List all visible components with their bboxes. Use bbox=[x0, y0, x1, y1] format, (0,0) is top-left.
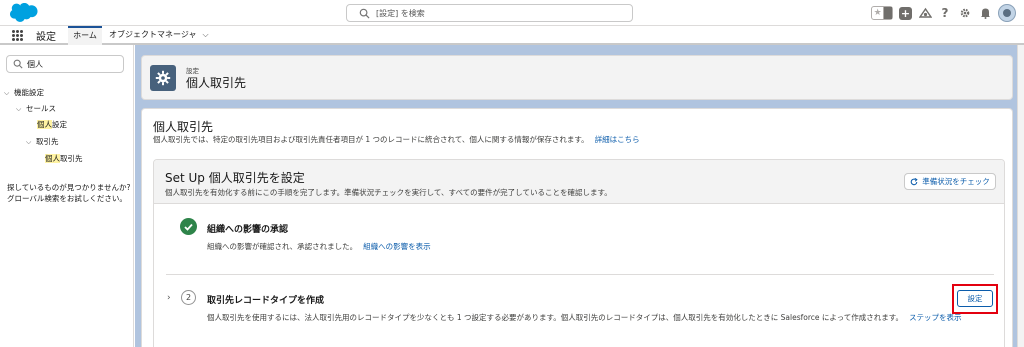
tab-object-manager[interactable]: オブジェクトマネージャ ⌵ bbox=[109, 29, 209, 40]
add-icon[interactable]: + bbox=[899, 6, 912, 20]
tab-object-manager-label: オブジェクトマネージャ bbox=[109, 30, 197, 39]
step-1-description: 組織への影響が確認され、承認されました。 組織への影響を表示 bbox=[207, 241, 431, 252]
step-1-description-text: 組織への影響が確認され、承認されました。 bbox=[207, 242, 358, 251]
section-description-text: 個人取引先では、特定の取引先項目および取引先責任者項目が 1 つのレコードに統合… bbox=[153, 135, 589, 144]
readiness-check-label: 準備状況をチェック bbox=[922, 177, 990, 186]
setup-title: Set Up 個人取引先を設定 bbox=[165, 171, 305, 185]
global-search[interactable]: [設定] を検索 bbox=[346, 4, 633, 22]
tab-home[interactable]: ホーム bbox=[68, 26, 102, 45]
trailhead-icon[interactable] bbox=[918, 6, 932, 20]
favorites-dropdown-icon[interactable] bbox=[883, 7, 892, 19]
app-navigation: 設定 ホーム オブジェクトマネージャ ⌵ bbox=[0, 26, 1024, 45]
readiness-check-button[interactable]: 準備状況をチェック bbox=[904, 173, 996, 190]
page-header: 設定 個人取引先 bbox=[141, 55, 1013, 100]
help-icon[interactable]: ? bbox=[938, 6, 952, 20]
tree-item-person-settings[interactable]: 個人設定 bbox=[37, 119, 67, 130]
page-title: 個人取引先 bbox=[186, 76, 247, 90]
sidebar-help-text: 探しているものが見つかりませんか? グローバル検索をお試しください。 bbox=[7, 183, 131, 203]
tree-item-label: セールス bbox=[26, 104, 56, 113]
salesforce-logo[interactable] bbox=[9, 3, 39, 23]
step-2-description: 個人取引先を使用するには、法人取引先用のレコードタイプを少なくとも 1 つ設定す… bbox=[207, 312, 962, 323]
tree-item-sales[interactable]: ⌵ セールス bbox=[16, 103, 56, 114]
quick-find-input[interactable]: 個人 bbox=[6, 55, 124, 73]
setup-panel-header: Set Up 個人取引先を設定 個人取引先を有効化する前にこの手順を完了します。… bbox=[154, 160, 1004, 204]
view-org-impact-link[interactable]: 組織への影響を表示 bbox=[363, 242, 431, 251]
user-avatar[interactable] bbox=[998, 4, 1016, 22]
setup-gear-icon bbox=[150, 65, 176, 91]
person-accounts-card: 個人取引先 個人取引先では、特定の取引先項目および取引先責任者項目が 1 つのレ… bbox=[141, 108, 1013, 347]
quick-find-value: 個人 bbox=[27, 60, 43, 69]
search-placeholder: [設定] を検索 bbox=[376, 9, 425, 18]
step-divider bbox=[166, 274, 994, 275]
notifications-bell-icon[interactable] bbox=[978, 6, 992, 20]
search-icon bbox=[13, 59, 23, 69]
tree-item-label: 設定 bbox=[52, 120, 67, 129]
section-description: 個人取引先では、特定の取引先項目および取引先責任者項目が 1 つのレコードに統合… bbox=[153, 134, 640, 145]
section-title: 個人取引先 bbox=[153, 120, 214, 134]
learn-more-link[interactable]: 詳細はこちら bbox=[595, 135, 640, 144]
main-content: 設定 個人取引先 個人取引先 個人取引先では、特定の取引先項目および取引先責任者… bbox=[135, 45, 1024, 347]
header-utility-icons: ★ + ? bbox=[871, 3, 1016, 23]
tree-item-accounts[interactable]: ⌵ 取引先 bbox=[26, 136, 59, 147]
global-header: [設定] を検索 ★ + ? bbox=[0, 0, 1024, 26]
settings-gear-icon[interactable] bbox=[958, 6, 972, 20]
tree-item-person-accounts[interactable]: 個人取引先 bbox=[45, 153, 83, 164]
step-2-title: 取引先レコードタイプを作成 bbox=[207, 296, 325, 306]
search-icon bbox=[359, 8, 370, 19]
search-match-highlight: 個人 bbox=[45, 154, 60, 163]
setup-step-button[interactable]: 設定 bbox=[957, 290, 993, 307]
search-match-highlight: 個人 bbox=[37, 120, 52, 129]
chevron-right-icon[interactable]: › bbox=[167, 293, 171, 303]
step-number: 2 bbox=[181, 290, 196, 305]
step-2-description-text: 個人取引先を使用するには、法人取引先用のレコードタイプを少なくとも 1 つ設定す… bbox=[207, 313, 904, 322]
step-1-title: 組織への影響の承認 bbox=[207, 225, 289, 235]
tree-item-feature-settings[interactable]: ⌵ 機能設定 bbox=[4, 87, 44, 98]
page-scrollbar[interactable] bbox=[1017, 45, 1024, 347]
tree-item-label: 機能設定 bbox=[14, 88, 44, 97]
chevron-down-icon[interactable]: ⌵ bbox=[4, 89, 14, 98]
view-step-link[interactable]: ステップを表示 bbox=[909, 313, 962, 322]
setup-sidebar: 個人 ⌵ 機能設定 ⌵ セールス 個人設定 ⌵ 取引先 個人取引先 探しているものが見… bbox=[0, 45, 134, 347]
setup-description: 個人取引先を有効化する前にこの手順を完了します。準備状況チェックを実行して、すべ… bbox=[165, 188, 612, 197]
chevron-down-icon[interactable]: ⌵ bbox=[202, 30, 208, 39]
chevron-down-icon[interactable]: ⌵ bbox=[26, 138, 36, 147]
tree-item-label: 取引先 bbox=[60, 154, 83, 163]
step-complete-check-icon bbox=[180, 218, 197, 235]
refresh-icon bbox=[911, 177, 918, 185]
chevron-down-icon[interactable]: ⌵ bbox=[16, 105, 26, 114]
tree-item-label: 取引先 bbox=[36, 137, 59, 146]
app-name: 設定 bbox=[36, 32, 56, 43]
favorites-star-icon[interactable]: ★ bbox=[872, 7, 883, 19]
favorites-button[interactable]: ★ bbox=[871, 6, 893, 20]
app-launcher-icon[interactable] bbox=[12, 30, 23, 41]
setup-panel: Set Up 個人取引先を設定 個人取引先を有効化する前にこの手順を完了します。… bbox=[153, 159, 1005, 347]
